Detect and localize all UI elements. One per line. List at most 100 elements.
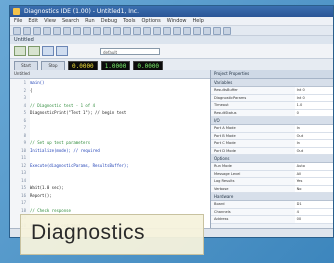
toolbar-button[interactable] xyxy=(203,26,211,35)
code-line: 2{ xyxy=(10,86,210,94)
line-number: 8 xyxy=(10,131,30,139)
property-row[interactable]: Channels 4 xyxy=(211,208,333,216)
property-group-header[interactable]: Variables xyxy=(211,79,333,87)
toolbar-button[interactable] xyxy=(173,26,181,35)
property-row[interactable]: Port B Mode Out xyxy=(211,132,333,140)
toolbar-button[interactable] xyxy=(23,26,31,35)
property-value[interactable]: 1.0 xyxy=(294,102,333,109)
menu-item-file[interactable]: File xyxy=(14,18,22,24)
code-line: 6 xyxy=(10,116,210,124)
step-button[interactable] xyxy=(28,46,40,56)
property-value[interactable]: Out xyxy=(294,132,333,139)
window-title: Diagnostics IDE (1.00) - Untitled1, Inc. xyxy=(24,8,139,15)
toolbar-button[interactable] xyxy=(103,26,111,35)
line-number: 12 xyxy=(10,161,30,169)
property-name: Port D Mode xyxy=(211,147,295,154)
toolbar-button[interactable] xyxy=(93,26,101,35)
toolbar-button[interactable] xyxy=(83,26,91,35)
property-row[interactable]: Port A Mode In xyxy=(211,125,333,133)
code-line: 5 DiagnosticPrint("Test 1"); // begin te… xyxy=(10,109,210,117)
line-number: 6 xyxy=(10,116,30,124)
toolbar-button[interactable] xyxy=(223,26,231,35)
property-row[interactable]: Verbose No xyxy=(211,185,333,193)
document-tab[interactable]: Untitled xyxy=(10,36,333,44)
properties-panel: Project Properties Variables ResultsBuffe… xyxy=(211,70,333,237)
property-row[interactable]: Address 00 xyxy=(211,216,333,224)
property-row[interactable]: ResultStatus 0 xyxy=(211,109,333,117)
code-editor[interactable]: Untitled 1 main() 2{3 4 // Diagnostic test … xyxy=(10,70,211,237)
toolbar-button[interactable] xyxy=(123,26,131,35)
property-row[interactable]: Port D Mode Out xyxy=(211,147,333,155)
property-group-header[interactable]: Hardware xyxy=(211,193,333,201)
line-number: 16 xyxy=(10,191,30,199)
menu-item-run[interactable]: Run xyxy=(85,18,95,24)
menu-item-search[interactable]: Search xyxy=(62,18,79,24)
property-value[interactable]: Out xyxy=(294,147,333,154)
property-name: Verbose xyxy=(211,185,295,192)
line-number: 1 xyxy=(10,79,30,87)
code-line: 15 Wait(1.0 sec); xyxy=(10,184,210,192)
toolbar-button[interactable] xyxy=(33,26,41,35)
title-bar: Diagnostics IDE (1.00) - Untitled1, Inc. xyxy=(10,6,333,17)
property-value[interactable]: No xyxy=(294,185,333,192)
property-value[interactable]: All xyxy=(294,170,333,177)
code-text: // Set up test parameters xyxy=(30,140,91,145)
property-value[interactable]: Yes xyxy=(294,178,333,185)
toolbar-button[interactable] xyxy=(73,26,81,35)
menu-item-options[interactable]: Options xyxy=(142,18,161,24)
code-lines: 1 main() 2{3 4 // Diagnostic test - 1 of 45… xyxy=(10,79,210,229)
property-value[interactable]: 0 xyxy=(294,109,333,116)
property-value[interactable]: 00 xyxy=(294,216,333,223)
menu-item-view[interactable]: View xyxy=(44,18,56,24)
property-value[interactable]: In xyxy=(294,125,333,132)
property-value[interactable]: Auto xyxy=(294,163,333,170)
code-line: 11 xyxy=(10,154,210,162)
property-group-header[interactable]: I/O xyxy=(211,117,333,125)
property-name: Port B Mode xyxy=(211,132,295,139)
run-button[interactable] xyxy=(14,46,26,56)
property-value[interactable]: In xyxy=(294,140,333,147)
execution-bar: default xyxy=(10,44,333,59)
property-value[interactable]: Int 0 xyxy=(294,87,333,94)
toolbar-button[interactable] xyxy=(193,26,201,35)
stop-button[interactable] xyxy=(56,46,68,56)
code-text: Report(); xyxy=(30,192,52,198)
menu-item-help[interactable]: Help xyxy=(193,18,204,24)
toolbar-button[interactable] xyxy=(63,26,71,35)
property-row[interactable]: ResultsBuffer Int 0 xyxy=(211,87,333,95)
toolbar-button[interactable] xyxy=(53,26,61,35)
code-line: 3 xyxy=(10,94,210,102)
line-number: 14 xyxy=(10,176,30,184)
line-number: 7 xyxy=(10,124,30,132)
property-row[interactable]: Board D1 xyxy=(211,201,333,209)
ide-window: Diagnostics IDE (1.00) - Untitled1, Inc.… xyxy=(9,5,334,238)
property-row[interactable]: Timeout 1.0 xyxy=(211,102,333,110)
property-row[interactable]: Message Level All xyxy=(211,170,333,178)
property-row[interactable]: DiagnosticParams Int 0 xyxy=(211,94,333,102)
toolbar-button[interactable] xyxy=(163,26,171,35)
code-line: 8 xyxy=(10,131,210,139)
menu-item-debug[interactable]: Debug xyxy=(101,18,117,24)
property-group-header[interactable]: Options xyxy=(211,155,333,163)
property-name: Address xyxy=(211,216,295,223)
property-row[interactable]: Port C Mode In xyxy=(211,140,333,148)
pause-button[interactable] xyxy=(42,46,54,56)
property-value[interactable]: D1 xyxy=(294,201,333,208)
property-row[interactable]: Log Results Yes xyxy=(211,178,333,186)
toolbar-button[interactable] xyxy=(133,26,141,35)
property-value[interactable]: 4 xyxy=(294,208,333,215)
toolbar-button[interactable] xyxy=(13,26,21,35)
menu-item-window[interactable]: Window xyxy=(167,18,187,24)
toolbar-button[interactable] xyxy=(113,26,121,35)
code-line: 13 xyxy=(10,169,210,177)
property-value[interactable]: Int 0 xyxy=(294,94,333,101)
toolbar-button[interactable] xyxy=(183,26,191,35)
toolbar-button[interactable] xyxy=(143,26,151,35)
toolbar-button[interactable] xyxy=(153,26,161,35)
menu-item-tools[interactable]: Tools xyxy=(123,18,135,24)
toolbar-button[interactable] xyxy=(43,26,51,35)
toolbar-button[interactable] xyxy=(213,26,221,35)
property-row[interactable]: Run Mode Auto xyxy=(211,163,333,171)
menu-item-edit[interactable]: Edit xyxy=(28,18,38,24)
configuration-select[interactable]: default xyxy=(100,47,160,55)
